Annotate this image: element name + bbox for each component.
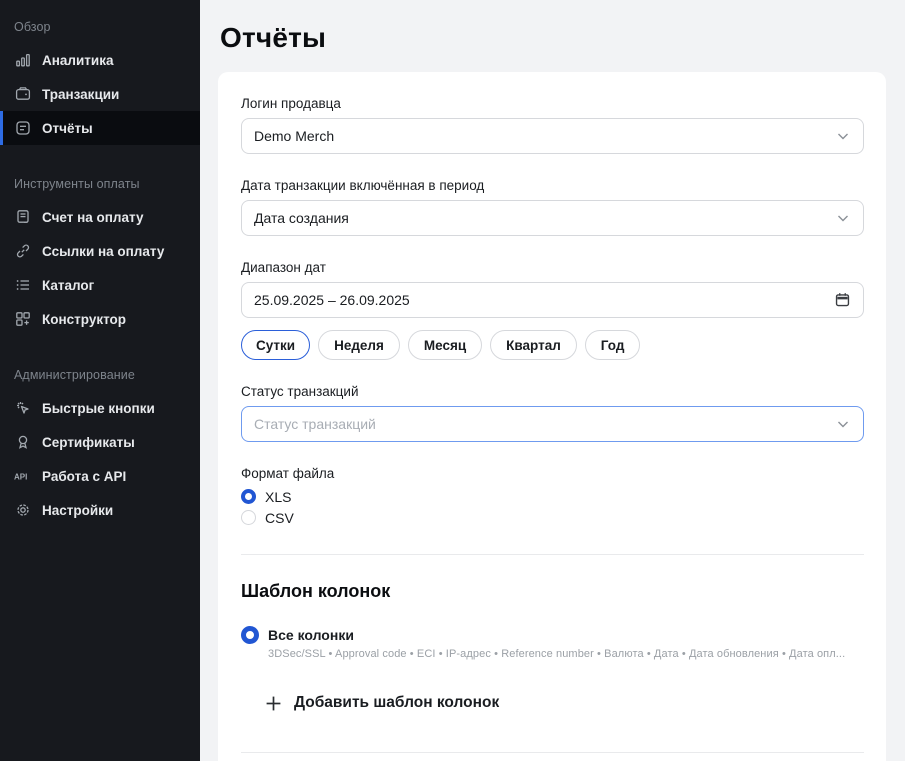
sidebar-item-label: Каталог [42,277,95,293]
page-title: Отчёты [220,22,327,53]
sidebar-item-constructor[interactable]: Конструктор [0,302,200,336]
radio-csv[interactable]: CSV [241,507,864,528]
radio-xls-label: XLS [265,488,292,505]
list-icon [14,276,32,294]
chevron-down-icon [835,128,851,144]
calendar-icon[interactable] [834,292,851,309]
chevron-down-icon [835,210,851,226]
main-content: Отчёты Логин продавца Demo Merch Дата тр… [200,0,905,761]
invoice-icon [14,208,32,226]
radio-icon [241,489,256,504]
all-columns-option[interactable]: Все колонки 3DSec/SSL • Approval code • … [241,624,864,660]
plus-icon [265,695,282,712]
sidebar-item-reports[interactable]: Отчёты [0,111,200,145]
sidebar-item-label: Аналитика [42,52,114,68]
date-range-label: Диапазон дат [241,260,326,275]
link-icon [14,242,32,260]
period-pills: Сутки Неделя Месяц Квартал Год [241,330,864,360]
all-columns-description: 3DSec/SSL • Approval code • ECI • IP-адр… [268,648,846,660]
sidebar-item-label: Сертификаты [42,434,135,450]
sidebar-section-administration: Администрирование Быстрые кнопки Сертифи… [0,358,200,527]
quick-buttons-icon [14,399,32,417]
svg-text:API: API [14,473,27,482]
builder-icon [14,310,32,328]
sidebar-item-payment-invoice[interactable]: Счет на оплату [0,200,200,234]
api-icon: API [14,467,32,485]
sidebar-item-quick-buttons[interactable]: Быстрые кнопки [0,391,200,425]
sidebar-section-header: Обзор [14,20,51,34]
status-select[interactable]: Статус транзакций [241,406,864,442]
sidebar-item-label: Транзакции [42,86,120,102]
status-placeholder: Статус транзакций [254,416,376,432]
pill-week[interactable]: Неделя [318,330,400,360]
sidebar: Обзор Аналитика Транзакции Отчёты Инстру… [0,0,200,761]
gear-icon [14,501,32,519]
merchant-login-select[interactable]: Demo Merch [241,118,864,154]
chevron-down-icon [835,416,851,432]
sidebar-section-header: Инструменты оплаты [14,177,140,191]
pill-day[interactable]: Сутки [241,330,311,360]
radio-xls[interactable]: XLS [241,486,864,507]
merchant-login-group: Логин продавца Demo Merch [241,96,864,154]
sidebar-item-transactions[interactable]: Транзакции [0,77,200,111]
pill-month[interactable]: Месяц [407,330,483,360]
sidebar-section-header: Администрирование [14,368,135,382]
status-label: Статус транзакций [241,384,359,399]
date-type-label: Дата транзакции включённая в период [241,178,485,193]
date-type-select[interactable]: Дата создания [241,200,864,236]
date-range-input[interactable]: 25.09.2025 – 26.09.2025 [241,282,864,318]
date-type-value: Дата создания [254,210,349,226]
radio-icon [241,510,256,525]
sidebar-item-label: Конструктор [42,311,127,327]
pill-year[interactable]: Год [584,330,641,360]
date-range-value: 25.09.2025 – 26.09.2025 [254,292,410,308]
sidebar-item-label: Работа с API [42,468,127,484]
radio-csv-label: CSV [265,509,294,526]
columns-heading: Шаблон колонок [241,581,391,601]
all-columns-label: Все колонки [268,626,354,643]
radio-icon [241,625,259,644]
report-form-card: Логин продавца Demo Merch Дата транзакци… [218,72,886,761]
divider [241,554,864,555]
add-template-label: Добавить шаблон колонок [294,694,500,711]
report-icon [14,119,32,137]
sidebar-section-overview: Обзор Аналитика Транзакции Отчёты [0,10,200,145]
certificate-icon [14,433,32,451]
sidebar-item-certificates[interactable]: Сертификаты [0,425,200,459]
file-format-group: Формат файла XLS CSV [241,466,864,528]
sidebar-item-label: Быстрые кнопки [42,400,155,416]
sidebar-item-analytics[interactable]: Аналитика [0,43,200,77]
sidebar-item-label: Настройки [42,502,114,518]
status-group: Статус транзакций Статус транзакций [241,384,864,442]
wallet-icon [14,85,32,103]
add-template-button[interactable]: Добавить шаблон колонок [265,694,499,712]
file-format-label: Формат файла [241,466,335,481]
sidebar-item-label: Ссылки на оплату [42,243,165,259]
sidebar-item-settings[interactable]: Настройки [0,493,200,527]
sidebar-item-catalog[interactable]: Каталог [0,268,200,302]
bar-chart-icon [14,51,32,69]
pill-quarter[interactable]: Квартал [490,330,577,360]
sidebar-item-label: Отчёты [42,120,93,136]
date-range-group: Диапазон дат 25.09.2025 – 26.09.2025 Сут… [241,260,864,360]
sidebar-item-api[interactable]: API Работа с API [0,459,200,493]
sidebar-item-payment-links[interactable]: Ссылки на оплату [0,234,200,268]
sidebar-section-payment-tools: Инструменты оплаты Счет на оплату Ссылки… [0,167,200,336]
merchant-login-label: Логин продавца [241,96,341,111]
merchant-login-value: Demo Merch [254,128,335,144]
form-footer: Сгенерировать отчёт [241,753,864,761]
date-type-group: Дата транзакции включённая в период Дата… [241,178,864,236]
sidebar-item-label: Счет на оплату [42,209,144,225]
